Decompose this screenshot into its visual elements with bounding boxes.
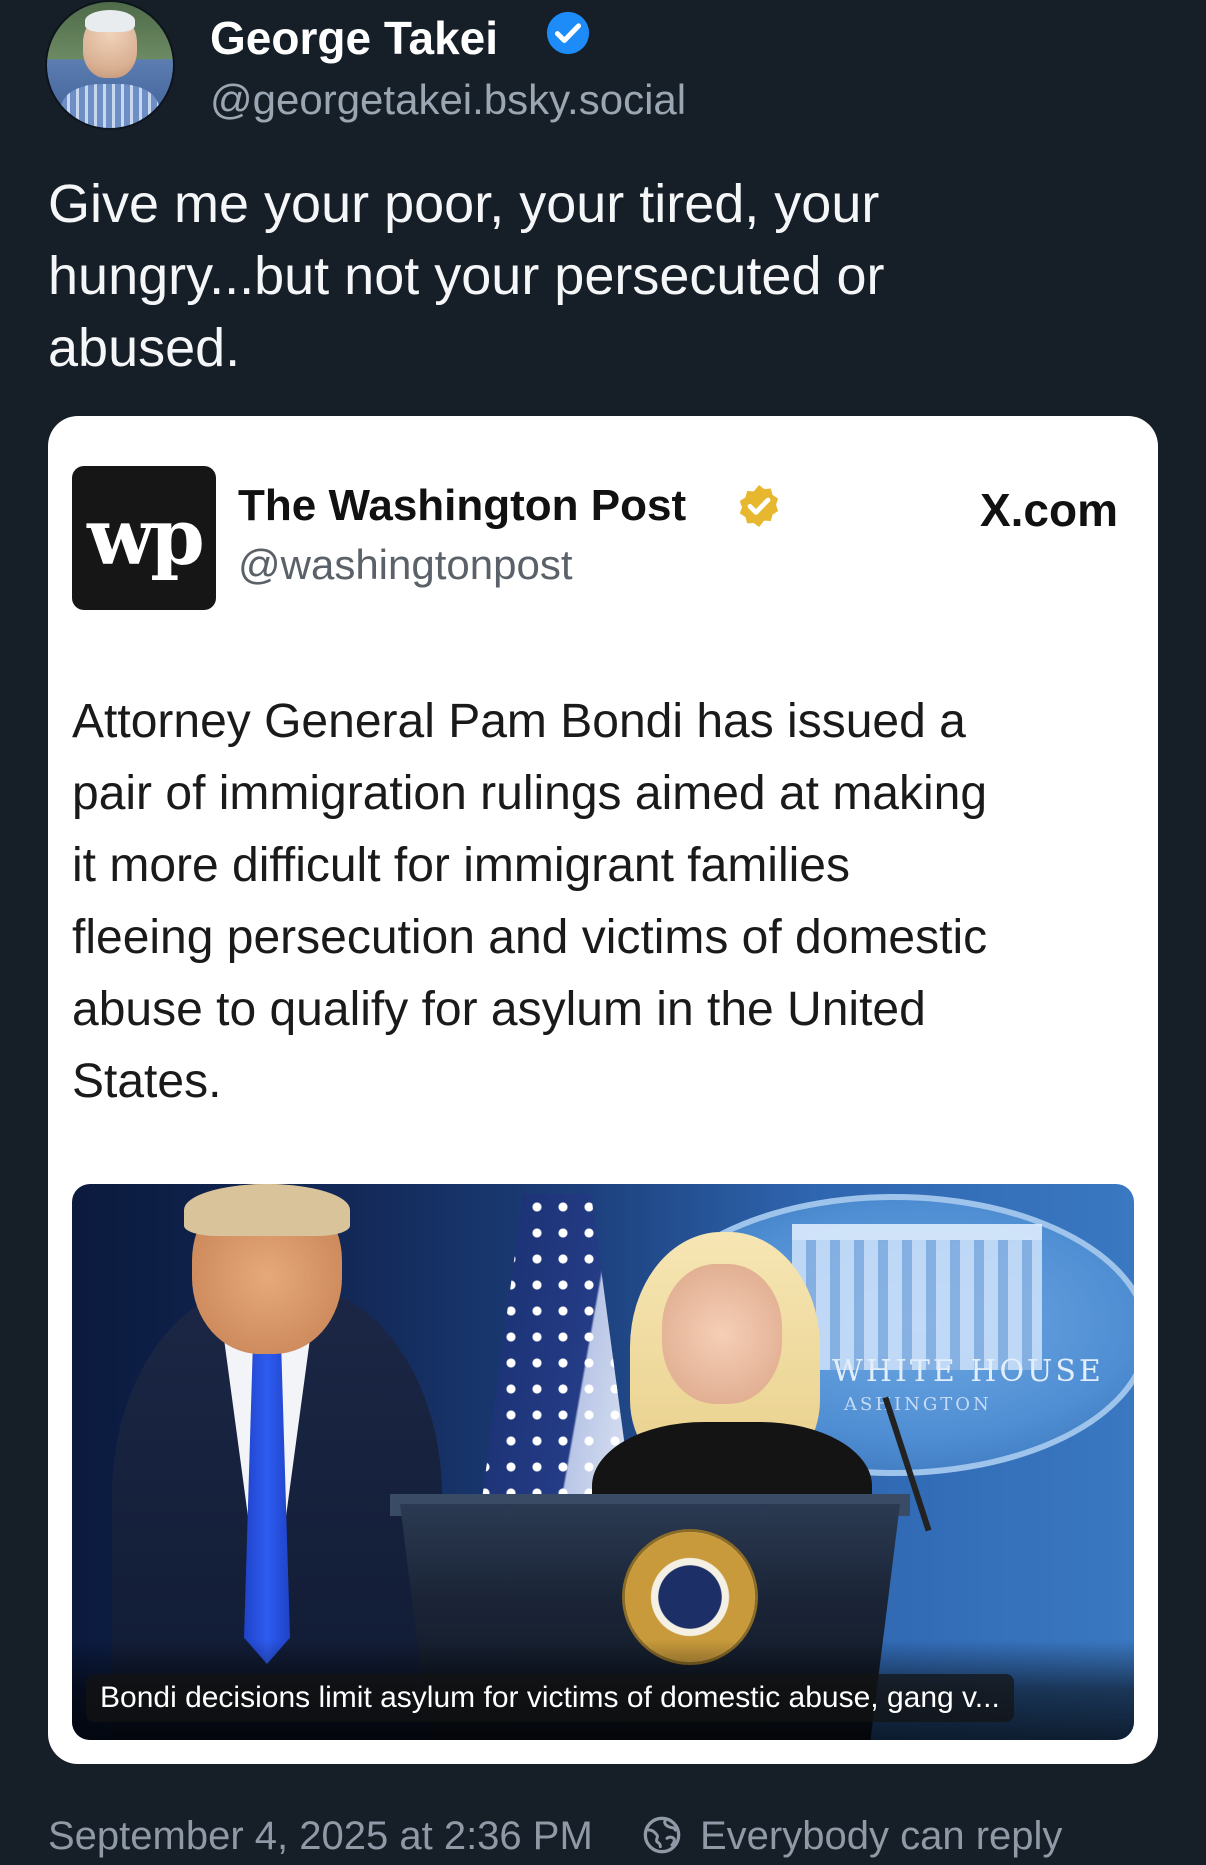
author-name[interactable]: George Takei [210, 8, 498, 68]
white-house-graphic [792, 1224, 1042, 1370]
avatar-shirt [61, 84, 159, 128]
author-handle[interactable]: @georgetakei.bsky.social [210, 72, 686, 128]
reply-setting[interactable]: Everybody can reply [700, 1812, 1062, 1860]
quoted-screenshot-card[interactable]: wp The Washington Post @washingtonpost X… [48, 416, 1158, 1764]
image-caption: Bondi decisions limit asylum for victims… [86, 1674, 1014, 1722]
author-avatar[interactable] [47, 2, 173, 128]
embed-source-handle: @washingtonpost [238, 541, 573, 588]
verified-check-icon [546, 11, 590, 55]
person-left-hair [184, 1184, 350, 1236]
person-speaker-face [662, 1264, 782, 1404]
post-text: Give me your poor, your tired, your hung… [48, 174, 885, 378]
embed-text: Attorney General Pam Bondi has issued a … [72, 695, 988, 1108]
backdrop-sign: WHITE HOUSE [832, 1354, 1104, 1389]
backdrop-sign-sub: ASHINGTON [844, 1394, 992, 1415]
platform-label: X.com [979, 484, 1118, 536]
washington-post-logo: wp [72, 466, 216, 610]
post: George Takei @georgetakei.bsky.social Gi… [0, 0, 1206, 1865]
globe-icon [643, 1816, 681, 1854]
news-photo[interactable]: WHITE HOUSE ASHINGTON Bondi decisions li… [72, 1184, 1134, 1740]
gold-verified-check-icon [739, 485, 779, 527]
post-timestamp[interactable]: September 4, 2025 at 2:36 PM [48, 1812, 593, 1860]
embed-source-name: The Washington Post [238, 481, 687, 530]
avatar-hair [85, 10, 135, 32]
